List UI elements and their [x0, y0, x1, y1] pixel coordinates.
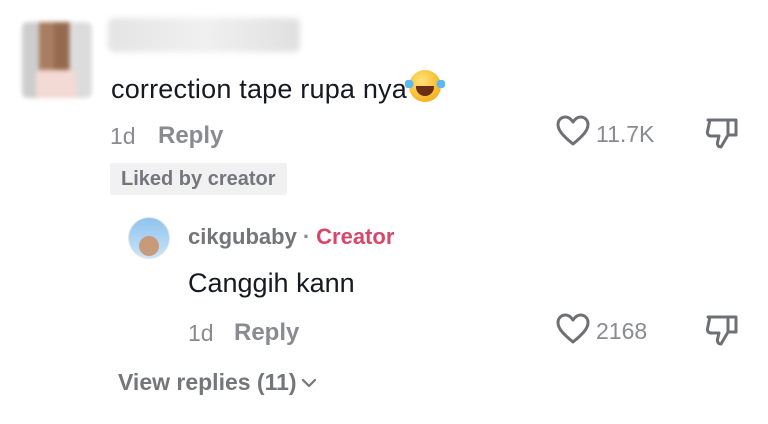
heart-icon	[556, 313, 590, 344]
like-count: 11.7K	[596, 121, 655, 147]
liked-by-creator-badge: Liked by creator	[110, 163, 287, 195]
separator-dot: ·	[302, 224, 311, 249]
heart-icon	[556, 115, 590, 146]
view-replies-button[interactable]: View replies (11)	[118, 369, 317, 396]
comment-text: correction tape rupa nya	[111, 70, 445, 105]
like-button[interactable]	[556, 115, 590, 147]
reply-header: cikgubaby · Creator	[188, 224, 394, 250]
thumbs-down-icon	[705, 118, 738, 149]
dislike-button[interactable]	[704, 115, 740, 151]
reply-like-button[interactable]	[556, 313, 590, 345]
reply-dislike-button[interactable]	[704, 312, 740, 348]
commenter-name-redacted	[108, 18, 300, 52]
creator-avatar[interactable]	[128, 217, 170, 259]
reply-username[interactable]: cikgubaby	[188, 224, 297, 249]
commenter-avatar[interactable]	[22, 22, 92, 98]
reply-button[interactable]: Reply	[158, 122, 223, 150]
creator-label: Creator	[316, 224, 395, 249]
reply-reply-button[interactable]: Reply	[234, 319, 299, 347]
reply-like-count: 2168	[596, 318, 648, 344]
reply-time: 1d	[188, 320, 214, 346]
thumbs-down-icon	[705, 315, 738, 346]
chevron-down-icon	[301, 378, 316, 387]
view-replies-label: View replies (11)	[118, 369, 297, 395]
comment-body: correction tape rupa nya	[111, 74, 407, 104]
tears-of-joy-emoji-icon	[404, 70, 445, 102]
comment-time: 1d	[110, 123, 136, 149]
reply-text: Canggih kann	[188, 268, 355, 298]
